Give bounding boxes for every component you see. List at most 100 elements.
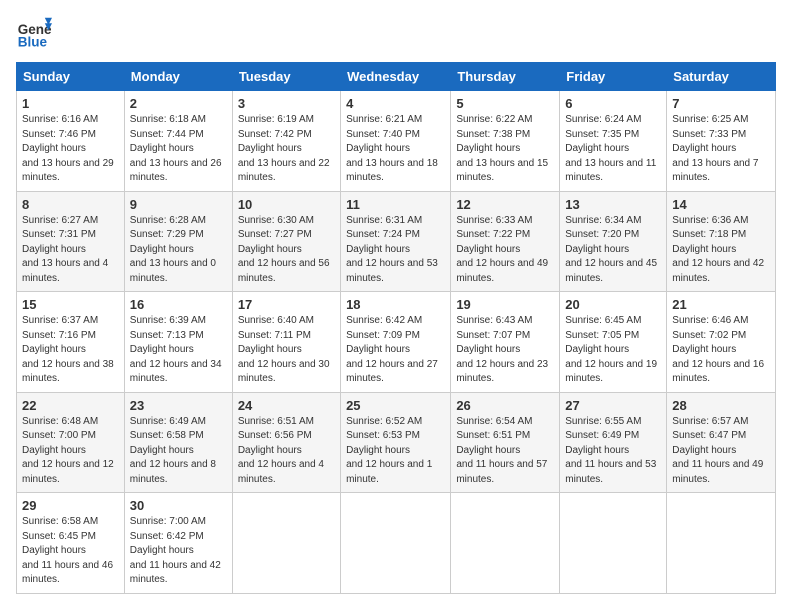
day-number: 21 xyxy=(672,297,770,312)
day-info: Sunrise: 6:52 AMSunset: 6:53 PMDaylight … xyxy=(346,416,432,485)
calendar-week-3: 22 Sunrise: 6:48 AMSunset: 7:00 PMDaylig… xyxy=(17,392,776,493)
day-number: 20 xyxy=(565,297,661,312)
header-cell-wednesday: Wednesday xyxy=(341,63,451,91)
calendar-cell: 13 Sunrise: 6:34 AMSunset: 7:20 PMDaylig… xyxy=(560,191,667,292)
calendar-cell xyxy=(341,493,451,594)
day-number: 11 xyxy=(346,197,445,212)
day-info: Sunrise: 6:49 AMSunset: 6:58 PMDaylight … xyxy=(130,416,216,485)
day-info: Sunrise: 6:55 AMSunset: 6:49 PMDaylight … xyxy=(565,416,656,485)
svg-text:Blue: Blue xyxy=(18,35,48,50)
calendar-cell: 22 Sunrise: 6:48 AMSunset: 7:00 PMDaylig… xyxy=(17,392,125,493)
day-info: Sunrise: 6:24 AMSunset: 7:35 PMDaylight … xyxy=(565,114,656,183)
day-number: 26 xyxy=(456,398,554,413)
calendar-cell: 6 Sunrise: 6:24 AMSunset: 7:35 PMDayligh… xyxy=(560,91,667,192)
day-number: 5 xyxy=(456,96,554,111)
day-number: 28 xyxy=(672,398,770,413)
calendar-cell: 24 Sunrise: 6:51 AMSunset: 6:56 PMDaylig… xyxy=(232,392,340,493)
day-number: 30 xyxy=(130,498,227,513)
day-info: Sunrise: 6:45 AMSunset: 7:05 PMDaylight … xyxy=(565,315,657,384)
calendar-week-1: 8 Sunrise: 6:27 AMSunset: 7:31 PMDayligh… xyxy=(17,191,776,292)
calendar-cell: 10 Sunrise: 6:30 AMSunset: 7:27 PMDaylig… xyxy=(232,191,340,292)
day-number: 22 xyxy=(22,398,119,413)
day-info: Sunrise: 6:46 AMSunset: 7:02 PMDaylight … xyxy=(672,315,764,384)
calendar-cell xyxy=(560,493,667,594)
day-number: 7 xyxy=(672,96,770,111)
day-info: Sunrise: 6:19 AMSunset: 7:42 PMDaylight … xyxy=(238,114,330,183)
calendar: SundayMondayTuesdayWednesdayThursdayFrid… xyxy=(16,62,776,594)
header-cell-friday: Friday xyxy=(560,63,667,91)
header-cell-tuesday: Tuesday xyxy=(232,63,340,91)
calendar-cell: 19 Sunrise: 6:43 AMSunset: 7:07 PMDaylig… xyxy=(451,292,560,393)
day-number: 10 xyxy=(238,197,335,212)
day-info: Sunrise: 6:39 AMSunset: 7:13 PMDaylight … xyxy=(130,315,222,384)
calendar-cell: 11 Sunrise: 6:31 AMSunset: 7:24 PMDaylig… xyxy=(341,191,451,292)
calendar-cell xyxy=(667,493,776,594)
day-info: Sunrise: 6:28 AMSunset: 7:29 PMDaylight … xyxy=(130,215,216,284)
calendar-cell: 12 Sunrise: 6:33 AMSunset: 7:22 PMDaylig… xyxy=(451,191,560,292)
header-cell-saturday: Saturday xyxy=(667,63,776,91)
day-number: 29 xyxy=(22,498,119,513)
day-info: Sunrise: 6:40 AMSunset: 7:11 PMDaylight … xyxy=(238,315,330,384)
calendar-cell: 2 Sunrise: 6:18 AMSunset: 7:44 PMDayligh… xyxy=(124,91,232,192)
day-info: Sunrise: 7:00 AMSunset: 6:42 PMDaylight … xyxy=(130,516,221,585)
day-info: Sunrise: 6:22 AMSunset: 7:38 PMDaylight … xyxy=(456,114,548,183)
day-info: Sunrise: 6:31 AMSunset: 7:24 PMDaylight … xyxy=(346,215,438,284)
logo-icon: General Blue xyxy=(16,16,52,52)
day-number: 24 xyxy=(238,398,335,413)
calendar-cell: 15 Sunrise: 6:37 AMSunset: 7:16 PMDaylig… xyxy=(17,292,125,393)
calendar-cell: 1 Sunrise: 6:16 AMSunset: 7:46 PMDayligh… xyxy=(17,91,125,192)
day-number: 18 xyxy=(346,297,445,312)
calendar-week-0: 1 Sunrise: 6:16 AMSunset: 7:46 PMDayligh… xyxy=(17,91,776,192)
calendar-cell: 23 Sunrise: 6:49 AMSunset: 6:58 PMDaylig… xyxy=(124,392,232,493)
day-info: Sunrise: 6:21 AMSunset: 7:40 PMDaylight … xyxy=(346,114,438,183)
day-number: 17 xyxy=(238,297,335,312)
header: General Blue xyxy=(16,16,776,52)
calendar-cell: 9 Sunrise: 6:28 AMSunset: 7:29 PMDayligh… xyxy=(124,191,232,292)
calendar-cell: 16 Sunrise: 6:39 AMSunset: 7:13 PMDaylig… xyxy=(124,292,232,393)
day-number: 1 xyxy=(22,96,119,111)
calendar-cell: 30 Sunrise: 7:00 AMSunset: 6:42 PMDaylig… xyxy=(124,493,232,594)
day-number: 16 xyxy=(130,297,227,312)
day-info: Sunrise: 6:16 AMSunset: 7:46 PMDaylight … xyxy=(22,114,114,183)
calendar-week-4: 29 Sunrise: 6:58 AMSunset: 6:45 PMDaylig… xyxy=(17,493,776,594)
day-info: Sunrise: 6:25 AMSunset: 7:33 PMDaylight … xyxy=(672,114,758,183)
day-info: Sunrise: 6:43 AMSunset: 7:07 PMDaylight … xyxy=(456,315,548,384)
day-number: 19 xyxy=(456,297,554,312)
day-info: Sunrise: 6:36 AMSunset: 7:18 PMDaylight … xyxy=(672,215,764,284)
calendar-cell: 3 Sunrise: 6:19 AMSunset: 7:42 PMDayligh… xyxy=(232,91,340,192)
day-info: Sunrise: 6:51 AMSunset: 6:56 PMDaylight … xyxy=(238,416,324,485)
header-cell-thursday: Thursday xyxy=(451,63,560,91)
calendar-header-row: SundayMondayTuesdayWednesdayThursdayFrid… xyxy=(17,63,776,91)
calendar-body: 1 Sunrise: 6:16 AMSunset: 7:46 PMDayligh… xyxy=(17,91,776,594)
calendar-cell: 14 Sunrise: 6:36 AMSunset: 7:18 PMDaylig… xyxy=(667,191,776,292)
day-info: Sunrise: 6:33 AMSunset: 7:22 PMDaylight … xyxy=(456,215,548,284)
day-info: Sunrise: 6:54 AMSunset: 6:51 PMDaylight … xyxy=(456,416,547,485)
day-number: 6 xyxy=(565,96,661,111)
day-number: 15 xyxy=(22,297,119,312)
day-info: Sunrise: 6:58 AMSunset: 6:45 PMDaylight … xyxy=(22,516,113,585)
day-number: 12 xyxy=(456,197,554,212)
calendar-cell: 26 Sunrise: 6:54 AMSunset: 6:51 PMDaylig… xyxy=(451,392,560,493)
calendar-cell: 8 Sunrise: 6:27 AMSunset: 7:31 PMDayligh… xyxy=(17,191,125,292)
day-number: 25 xyxy=(346,398,445,413)
day-number: 9 xyxy=(130,197,227,212)
header-cell-monday: Monday xyxy=(124,63,232,91)
day-info: Sunrise: 6:42 AMSunset: 7:09 PMDaylight … xyxy=(346,315,438,384)
day-info: Sunrise: 6:48 AMSunset: 7:00 PMDaylight … xyxy=(22,416,114,485)
calendar-cell: 20 Sunrise: 6:45 AMSunset: 7:05 PMDaylig… xyxy=(560,292,667,393)
calendar-cell xyxy=(451,493,560,594)
day-number: 23 xyxy=(130,398,227,413)
day-number: 8 xyxy=(22,197,119,212)
calendar-cell xyxy=(232,493,340,594)
calendar-cell: 4 Sunrise: 6:21 AMSunset: 7:40 PMDayligh… xyxy=(341,91,451,192)
day-info: Sunrise: 6:18 AMSunset: 7:44 PMDaylight … xyxy=(130,114,222,183)
calendar-cell: 21 Sunrise: 6:46 AMSunset: 7:02 PMDaylig… xyxy=(667,292,776,393)
header-cell-sunday: Sunday xyxy=(17,63,125,91)
day-number: 14 xyxy=(672,197,770,212)
calendar-cell: 17 Sunrise: 6:40 AMSunset: 7:11 PMDaylig… xyxy=(232,292,340,393)
calendar-cell: 18 Sunrise: 6:42 AMSunset: 7:09 PMDaylig… xyxy=(341,292,451,393)
calendar-week-2: 15 Sunrise: 6:37 AMSunset: 7:16 PMDaylig… xyxy=(17,292,776,393)
day-info: Sunrise: 6:27 AMSunset: 7:31 PMDaylight … xyxy=(22,215,108,284)
day-info: Sunrise: 6:34 AMSunset: 7:20 PMDaylight … xyxy=(565,215,657,284)
day-info: Sunrise: 6:57 AMSunset: 6:47 PMDaylight … xyxy=(672,416,763,485)
